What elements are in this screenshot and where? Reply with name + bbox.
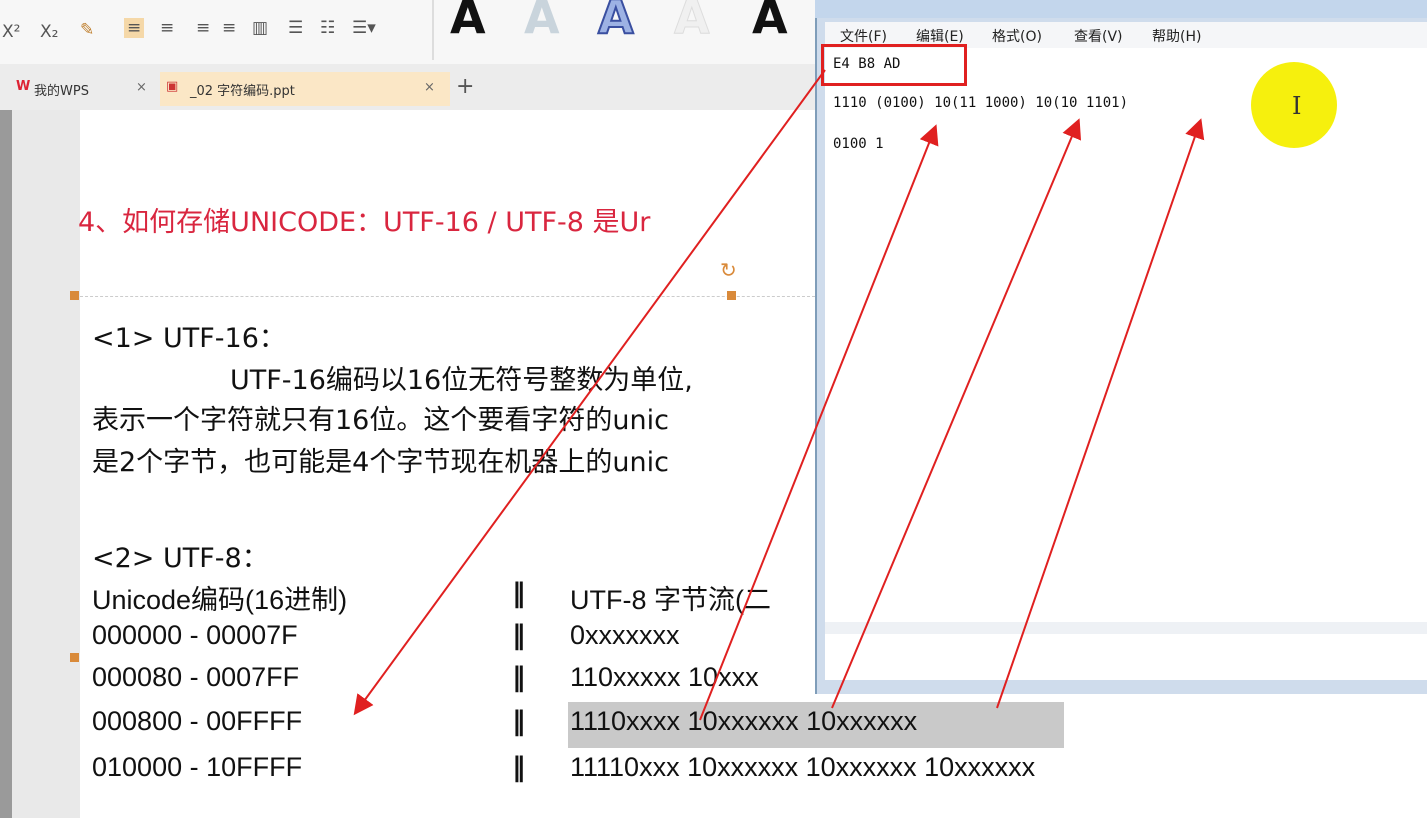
arrow-to-bits bbox=[831, 118, 1082, 709]
arrow-to-row bbox=[353, 69, 826, 716]
annotation-arrows bbox=[353, 69, 1205, 721]
arrow-to-bits bbox=[996, 118, 1205, 709]
arrow-to-bits bbox=[699, 124, 939, 721]
